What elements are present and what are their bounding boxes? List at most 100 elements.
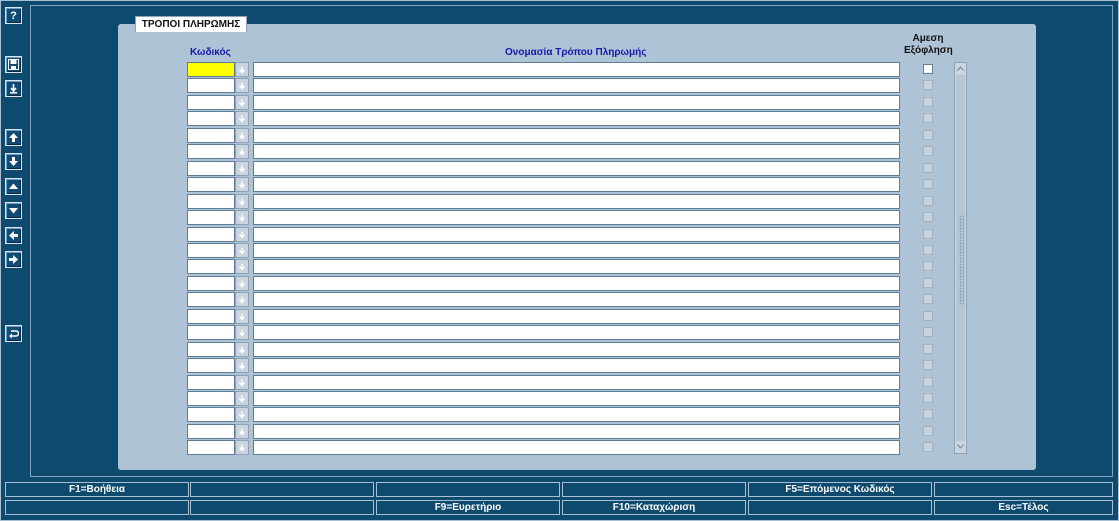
- immediate-settlement-checkbox[interactable]: [923, 311, 933, 321]
- code-lookup-button[interactable]: [235, 128, 249, 143]
- payment-method-name-field[interactable]: [253, 342, 900, 357]
- help-button[interactable]: ?: [5, 7, 22, 24]
- f10-record-key[interactable]: F10=Καταχώριση: [562, 500, 746, 515]
- code-lookup-button[interactable]: [235, 292, 249, 307]
- fkey-blank[interactable]: [190, 500, 374, 515]
- immediate-settlement-checkbox[interactable]: [923, 97, 933, 107]
- payment-method-name-field[interactable]: [253, 62, 900, 77]
- code-lookup-button[interactable]: [235, 325, 249, 340]
- payment-method-name-field[interactable]: [253, 210, 900, 225]
- vertical-scrollbar[interactable]: [954, 62, 967, 454]
- code-field[interactable]: [187, 342, 235, 357]
- immediate-settlement-checkbox[interactable]: [923, 130, 933, 140]
- code-lookup-button[interactable]: [235, 259, 249, 274]
- payment-method-name-field[interactable]: [253, 292, 900, 307]
- code-field[interactable]: [187, 111, 235, 126]
- payment-method-name-field[interactable]: [253, 128, 900, 143]
- immediate-settlement-checkbox[interactable]: [923, 327, 933, 337]
- payment-method-name-field[interactable]: [253, 243, 900, 258]
- immediate-settlement-checkbox[interactable]: [923, 261, 933, 271]
- code-field[interactable]: [187, 309, 235, 324]
- immediate-settlement-checkbox[interactable]: [923, 196, 933, 206]
- immediate-settlement-checkbox[interactable]: [923, 442, 933, 452]
- code-lookup-button[interactable]: [235, 375, 249, 390]
- code-field[interactable]: [187, 440, 235, 455]
- code-lookup-button[interactable]: [235, 243, 249, 258]
- code-lookup-button[interactable]: [235, 358, 249, 373]
- scroll-thumb[interactable]: [956, 75, 965, 441]
- code-field[interactable]: [187, 375, 235, 390]
- code-lookup-button[interactable]: [235, 309, 249, 324]
- code-field[interactable]: [187, 128, 235, 143]
- immediate-settlement-checkbox[interactable]: [923, 278, 933, 288]
- code-lookup-button[interactable]: [235, 276, 249, 291]
- f1-help-key[interactable]: F1=Βοήθεια: [5, 482, 189, 497]
- code-field[interactable]: [187, 161, 235, 176]
- payment-method-name-field[interactable]: [253, 325, 900, 340]
- code-field[interactable]: [187, 391, 235, 406]
- f5-next-code-key[interactable]: F5=Επόμενος Κωδικός: [748, 482, 932, 497]
- code-field[interactable]: [187, 259, 235, 274]
- payment-method-name-field[interactable]: [253, 375, 900, 390]
- code-field[interactable]: [187, 78, 235, 93]
- immediate-settlement-checkbox[interactable]: [923, 146, 933, 156]
- code-field[interactable]: [187, 62, 235, 77]
- code-lookup-button[interactable]: [235, 177, 249, 192]
- payment-method-name-field[interactable]: [253, 111, 900, 126]
- immediate-settlement-checkbox[interactable]: [923, 409, 933, 419]
- code-field[interactable]: [187, 210, 235, 225]
- code-field[interactable]: [187, 358, 235, 373]
- code-field[interactable]: [187, 227, 235, 242]
- code-lookup-button[interactable]: [235, 144, 249, 159]
- code-lookup-button[interactable]: [235, 62, 249, 77]
- payment-method-name-field[interactable]: [253, 259, 900, 274]
- scroll-down-arrow[interactable]: [956, 442, 965, 451]
- code-lookup-button[interactable]: [235, 391, 249, 406]
- code-field[interactable]: [187, 194, 235, 209]
- payment-method-name-field[interactable]: [253, 391, 900, 406]
- fkey-blank[interactable]: [562, 482, 746, 497]
- payment-method-name-field[interactable]: [253, 194, 900, 209]
- code-field[interactable]: [187, 325, 235, 340]
- immediate-settlement-checkbox[interactable]: [923, 212, 933, 222]
- code-lookup-button[interactable]: [235, 424, 249, 439]
- f9-index-key[interactable]: F9=Ευρετήριο: [376, 500, 560, 515]
- code-field[interactable]: [187, 177, 235, 192]
- immediate-settlement-checkbox[interactable]: [923, 229, 933, 239]
- payment-method-name-field[interactable]: [253, 177, 900, 192]
- code-field[interactable]: [187, 243, 235, 258]
- code-field[interactable]: [187, 276, 235, 291]
- code-lookup-button[interactable]: [235, 111, 249, 126]
- code-lookup-button[interactable]: [235, 161, 249, 176]
- immediate-settlement-checkbox[interactable]: [923, 163, 933, 173]
- immediate-settlement-checkbox[interactable]: [923, 294, 933, 304]
- code-field[interactable]: [187, 407, 235, 422]
- fkey-blank[interactable]: [376, 482, 560, 497]
- code-lookup-button[interactable]: [235, 407, 249, 422]
- payment-method-name-field[interactable]: [253, 78, 900, 93]
- payment-method-name-field[interactable]: [253, 309, 900, 324]
- scroll-up-arrow[interactable]: [956, 64, 965, 73]
- immediate-settlement-checkbox[interactable]: [923, 179, 933, 189]
- immediate-settlement-checkbox[interactable]: [923, 377, 933, 387]
- immediate-settlement-checkbox[interactable]: [923, 80, 933, 90]
- code-lookup-button[interactable]: [235, 78, 249, 93]
- fkey-blank[interactable]: [5, 500, 189, 515]
- fkey-blank[interactable]: [748, 500, 932, 515]
- payment-method-name-field[interactable]: [253, 161, 900, 176]
- immediate-settlement-checkbox[interactable]: [923, 360, 933, 370]
- immediate-settlement-checkbox[interactable]: [923, 245, 933, 255]
- payment-method-name-field[interactable]: [253, 407, 900, 422]
- fkey-blank[interactable]: [934, 482, 1113, 497]
- code-lookup-button[interactable]: [235, 194, 249, 209]
- code-field[interactable]: [187, 292, 235, 307]
- code-lookup-button[interactable]: [235, 440, 249, 455]
- payment-method-name-field[interactable]: [253, 227, 900, 242]
- code-lookup-button[interactable]: [235, 227, 249, 242]
- code-lookup-button[interactable]: [235, 342, 249, 357]
- payment-method-name-field[interactable]: [253, 276, 900, 291]
- esc-exit-key[interactable]: Esc=Τέλος: [934, 500, 1113, 515]
- payment-method-name-field[interactable]: [253, 144, 900, 159]
- immediate-settlement-checkbox[interactable]: [923, 64, 933, 74]
- payment-method-name-field[interactable]: [253, 424, 900, 439]
